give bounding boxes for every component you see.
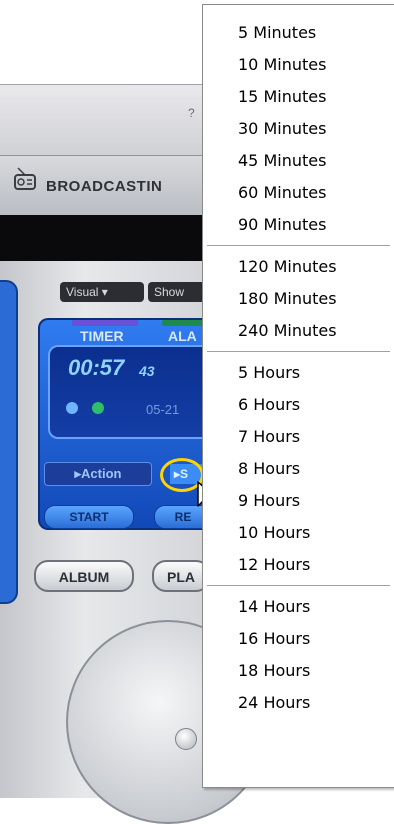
menu-item-90-minutes[interactable]: 90 Minutes: [203, 209, 394, 241]
menu-item-45-minutes[interactable]: 45 Minutes: [203, 145, 394, 177]
menu-item-30-minutes[interactable]: 30 Minutes: [203, 113, 394, 145]
knob-indicator: [175, 728, 197, 750]
menu-item-8-hours[interactable]: 8 Hours: [203, 453, 394, 485]
brand-title: BROADCASTIN: [46, 178, 163, 195]
menu-item-16-hours[interactable]: 16 Hours: [203, 623, 394, 655]
menu-item-240-minutes[interactable]: 240 Minutes: [203, 315, 394, 347]
display-band: [0, 215, 210, 261]
radio-icon: [14, 167, 36, 190]
tab-alarm[interactable]: ALA: [168, 328, 197, 344]
timer-seconds: 43: [139, 363, 155, 379]
player-frame-top: [0, 84, 210, 157]
menu-item-60-minutes[interactable]: 60 Minutes: [203, 177, 394, 209]
menu-item-6-hours[interactable]: 6 Hours: [203, 389, 394, 421]
menu-item-12-hours[interactable]: 12 Hours: [203, 549, 394, 581]
menu-item-15-minutes[interactable]: 15 Minutes: [203, 81, 394, 113]
tab-timer[interactable]: TIMER: [80, 328, 124, 344]
visual-dropdown[interactable]: Visual ▾: [60, 282, 144, 302]
help-icon[interactable]: ?: [188, 106, 195, 120]
timer-tab-indicator: [72, 320, 138, 326]
start-button[interactable]: START: [44, 505, 134, 529]
left-panel-edge: [0, 280, 18, 604]
menu-separator: [207, 351, 390, 352]
menu-item-9-hours[interactable]: 9 Hours: [203, 485, 394, 517]
menu-separator: [207, 585, 390, 586]
timer-date: 05-21: [146, 402, 180, 417]
menu-item-180-minutes[interactable]: 180 Minutes: [203, 283, 394, 315]
menu-item-18-hours[interactable]: 18 Hours: [203, 655, 394, 687]
menu-item-24-hours[interactable]: 24 Hours: [203, 687, 394, 719]
show-dropdown[interactable]: Show: [148, 282, 210, 302]
action-button[interactable]: ▸Action: [44, 462, 152, 486]
timer-time: 00:57: [68, 355, 125, 380]
duration-menu: 5 Minutes 10 Minutes 15 Minutes 30 Minutes 4…: [202, 4, 394, 788]
menu-item-10-minutes[interactable]: 10 Minutes: [203, 49, 394, 81]
clock-icon: [66, 402, 78, 414]
album-button[interactable]: ALBUM: [34, 560, 134, 592]
menu-item-7-hours[interactable]: 7 Hours: [203, 421, 394, 453]
menu-item-14-hours[interactable]: 14 Hours: [203, 591, 394, 623]
menu-item-5-minutes[interactable]: 5 Minutes: [203, 17, 394, 49]
signal-icon: [92, 402, 104, 414]
menu-separator: [207, 245, 390, 246]
menu-item-120-minutes[interactable]: 120 Minutes: [203, 251, 394, 283]
menu-item-5-hours[interactable]: 5 Hours: [203, 357, 394, 389]
menu-item-10-hours[interactable]: 10 Hours: [203, 517, 394, 549]
